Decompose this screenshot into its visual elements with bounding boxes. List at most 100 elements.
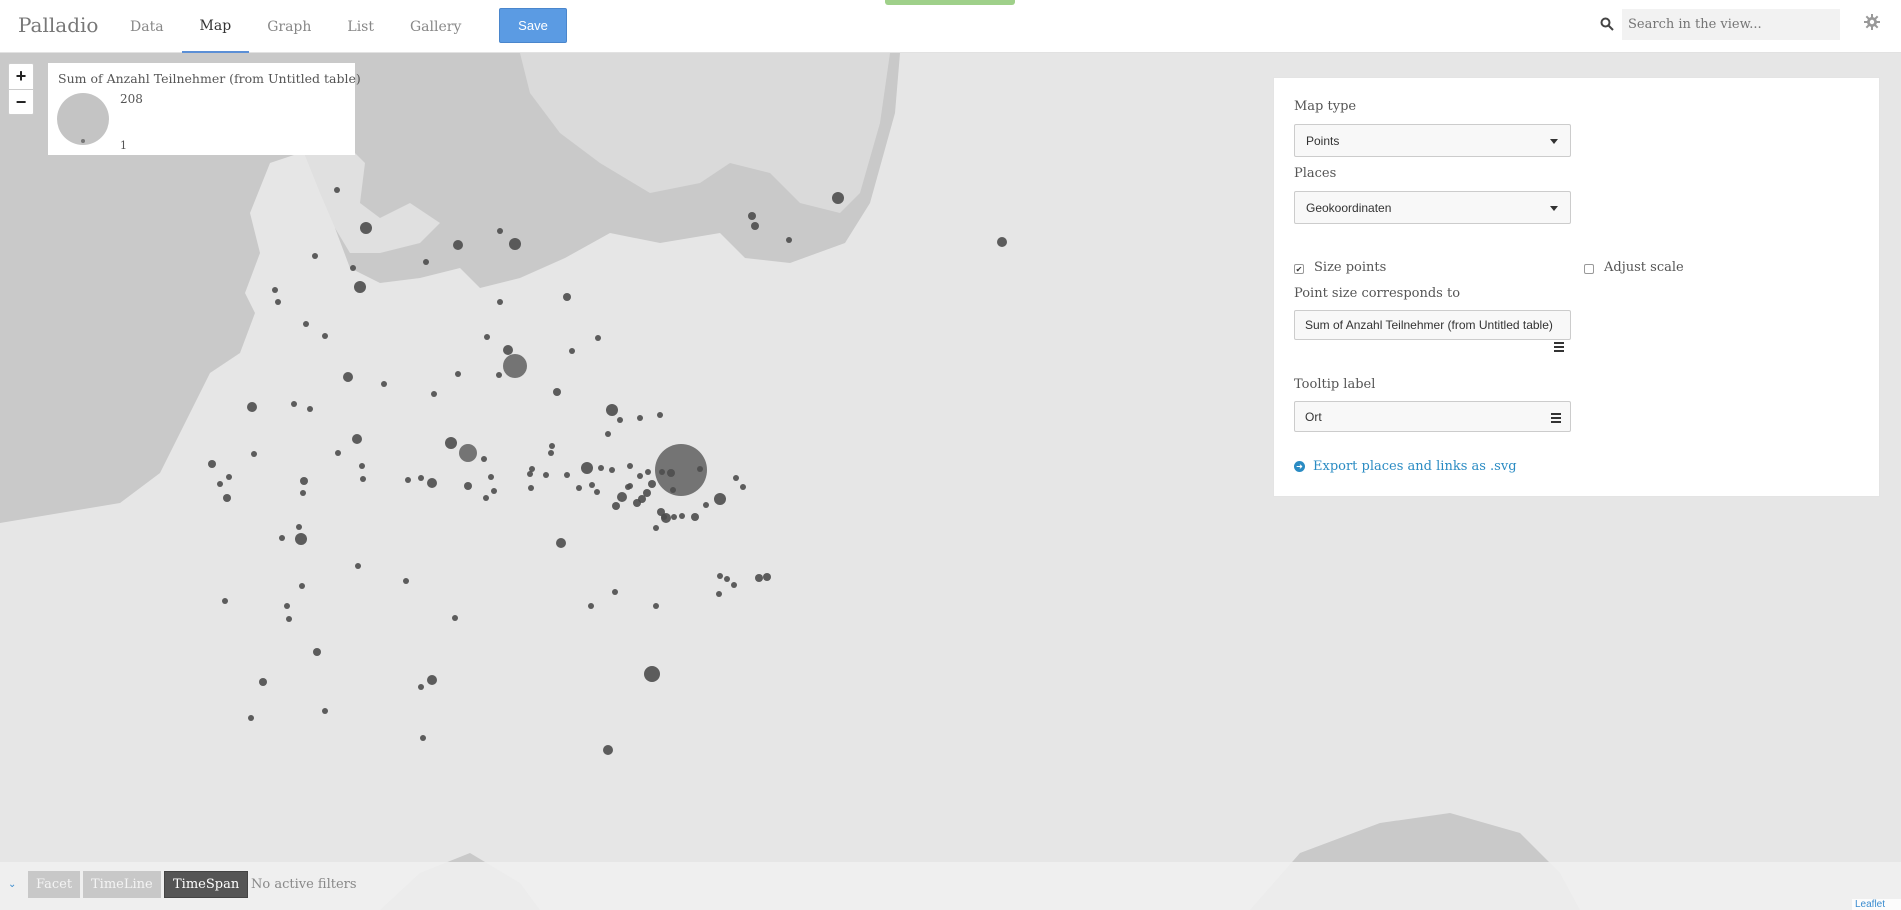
map-point-marker[interactable]: [671, 514, 677, 520]
map-point-marker[interactable]: [755, 574, 763, 582]
map-point-marker[interactable]: [299, 583, 305, 589]
map-point-marker[interactable]: [606, 404, 618, 416]
map-point-marker[interactable]: [360, 476, 366, 482]
size-points-checkbox[interactable]: ✔: [1294, 264, 1304, 274]
map-point-marker[interactable]: [497, 299, 503, 305]
map-point-marker[interactable]: [637, 473, 643, 479]
map-point-marker[interactable]: [481, 456, 487, 462]
map-point-marker[interactable]: [291, 401, 297, 407]
map-point-marker[interactable]: [703, 502, 709, 508]
map-point-marker[interactable]: [731, 582, 737, 588]
map-point-marker[interactable]: [427, 478, 437, 488]
map-point-marker[interactable]: [453, 240, 463, 250]
tooltip-select[interactable]: Ort: [1294, 401, 1571, 432]
map-point-marker[interactable]: [609, 467, 615, 473]
save-button[interactable]: Save: [499, 8, 567, 43]
map-point-marker[interactable]: [322, 333, 328, 339]
map-point-marker[interactable]: [581, 462, 593, 474]
map-point-marker[interactable]: [569, 348, 575, 354]
map-point-marker[interactable]: [503, 345, 513, 355]
map-point-marker[interactable]: [633, 499, 641, 507]
map-point-marker[interactable]: [627, 463, 633, 469]
map-point-marker[interactable]: [564, 472, 570, 478]
map-point-marker[interactable]: [381, 381, 387, 387]
map-point-marker[interactable]: [488, 474, 494, 480]
map-point-marker[interactable]: [497, 228, 503, 234]
map-point-marker[interactable]: [543, 472, 549, 478]
map-point-marker[interactable]: [300, 477, 308, 485]
map-point-marker[interactable]: [605, 431, 611, 437]
map-point-marker[interactable]: [312, 253, 318, 259]
map-point-marker[interactable]: [423, 259, 429, 265]
map-point-marker[interactable]: [612, 502, 620, 510]
map-point-marker[interactable]: [491, 488, 497, 494]
map-point-marker[interactable]: [691, 513, 699, 521]
map-point-marker[interactable]: [279, 535, 285, 541]
map-point-marker[interactable]: [483, 495, 489, 501]
map-point-marker[interactable]: [716, 591, 722, 597]
map-point-marker[interactable]: [272, 287, 278, 293]
chevron-down-icon[interactable]: ⌄: [8, 879, 16, 890]
map-point-marker[interactable]: [643, 489, 651, 497]
map-point-marker[interactable]: [733, 475, 739, 481]
map-point-marker[interactable]: [208, 460, 216, 468]
map-point-marker[interactable]: [997, 237, 1007, 247]
map-point-marker[interactable]: [313, 648, 321, 656]
map-point-marker[interactable]: [576, 485, 582, 491]
map-point-marker[interactable]: [431, 391, 437, 397]
map-point-marker[interactable]: [644, 666, 660, 682]
map-point-marker[interactable]: [307, 406, 313, 412]
map-point-marker[interactable]: [740, 484, 746, 490]
map-point-marker[interactable]: [355, 563, 361, 569]
timeline-filter-button[interactable]: TimeLine: [83, 871, 161, 898]
export-svg-link[interactable]: ➜ Export places and links as .svg: [1294, 459, 1517, 474]
map-point-marker[interactable]: [724, 576, 730, 582]
places-select[interactable]: Geokoordinaten: [1294, 191, 1571, 224]
map-point-marker[interactable]: [334, 187, 340, 193]
nav-tab-data[interactable]: Data: [112, 0, 182, 53]
search-input[interactable]: [1622, 9, 1840, 40]
map-point-marker[interactable]: [653, 525, 659, 531]
map-point-marker[interactable]: [589, 482, 595, 488]
map-point-marker[interactable]: [445, 437, 457, 449]
map-point-marker[interactable]: [217, 481, 223, 487]
map-point-marker[interactable]: [553, 388, 561, 396]
map-point-marker[interactable]: [322, 708, 328, 714]
leaflet-attribution-link[interactable]: Leaflet: [1852, 899, 1901, 910]
map-point-marker[interactable]: [661, 514, 667, 520]
map-point-marker[interactable]: [786, 237, 792, 243]
map-point-marker[interactable]: [548, 450, 554, 456]
map-point-marker[interactable]: [563, 293, 571, 301]
map-point-marker[interactable]: [717, 573, 723, 579]
map-point-marker[interactable]: [503, 354, 527, 378]
map-point-marker[interactable]: [697, 466, 703, 472]
map-point-marker[interactable]: [527, 471, 533, 477]
map-point-marker[interactable]: [637, 415, 643, 421]
map-point-marker[interactable]: [455, 371, 461, 377]
map-point-marker[interactable]: [617, 492, 627, 502]
adjust-scale-checkbox[interactable]: [1584, 264, 1594, 274]
map-point-marker[interactable]: [405, 477, 411, 483]
map-point-marker[interactable]: [714, 493, 726, 505]
map-point-marker[interactable]: [222, 598, 228, 604]
gear-icon[interactable]: [1864, 14, 1880, 30]
map-point-marker[interactable]: [496, 372, 502, 378]
map-point-marker[interactable]: [360, 222, 372, 234]
map-point-marker[interactable]: [648, 480, 656, 488]
map-point-marker[interactable]: [427, 675, 437, 685]
point-size-select[interactable]: Sum of Anzahl Teilnehmer (from Untitled …: [1294, 310, 1571, 340]
hamburger-icon[interactable]: [1554, 342, 1564, 354]
map-point-marker[interactable]: [295, 533, 307, 545]
map-type-select[interactable]: Points: [1294, 124, 1571, 157]
map-point-marker[interactable]: [251, 451, 257, 457]
map-point-marker[interactable]: [352, 434, 362, 444]
map-point-marker[interactable]: [286, 616, 292, 622]
map-point-marker[interactable]: [556, 538, 566, 548]
map-point-marker[interactable]: [403, 578, 409, 584]
map-point-marker[interactable]: [603, 745, 613, 755]
map-point-marker[interactable]: [248, 715, 254, 721]
timespan-filter-button[interactable]: TimeSpan: [164, 871, 249, 898]
map-point-marker[interactable]: [653, 603, 659, 609]
map-point-marker[interactable]: [335, 450, 341, 456]
map-point-marker[interactable]: [528, 485, 534, 491]
